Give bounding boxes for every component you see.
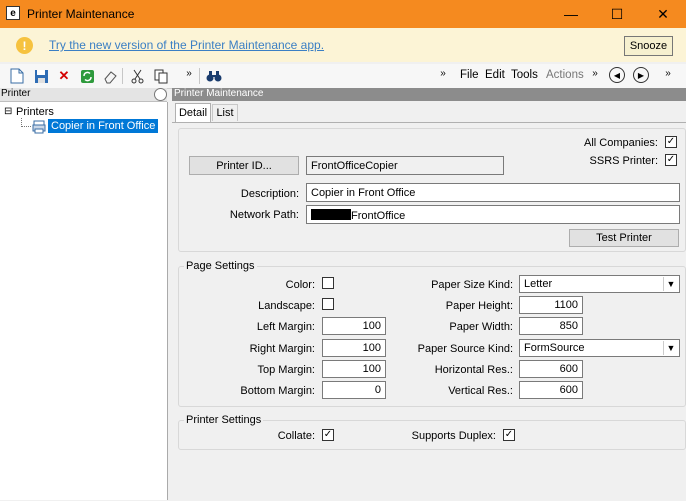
toolbar-overflow-icon-2[interactable]: » — [434, 64, 452, 82]
cut-icon[interactable] — [128, 67, 146, 85]
color-label: Color: — [285, 279, 315, 291]
paper-size-kind-label: Paper Size Kind: — [431, 279, 513, 291]
redacted-block — [311, 209, 351, 220]
check-icon: ✓ — [666, 136, 676, 147]
window-title: Printer Maintenance — [27, 7, 135, 21]
tree-root-printers[interactable]: Printers — [16, 106, 54, 118]
left-margin-label: Left Margin: — [256, 321, 315, 333]
top-margin-label: Top Margin: — [257, 364, 315, 376]
all-companies-checkbox[interactable]: ✓ — [665, 136, 677, 148]
binoculars-icon[interactable] — [205, 67, 223, 85]
collate-checkbox[interactable]: ✓ — [322, 429, 334, 441]
network-path-value: FrontOffice — [351, 210, 406, 222]
tree-item-copier[interactable]: Copier in Front Office — [48, 119, 159, 133]
printer-settings-title: Printer Settings — [184, 414, 264, 426]
printer-tree-panel: ⊟ Printers Copier in Front Office — [0, 102, 168, 500]
minimize-button[interactable]: — — [548, 0, 594, 28]
close-button[interactable]: ✕ — [640, 0, 686, 28]
top-margin-field[interactable]: 100 — [322, 360, 386, 378]
left-margin-field[interactable]: 100 — [322, 317, 386, 335]
maintenance-panel-title: Printer Maintenance — [174, 88, 264, 99]
minimize-icon: — — [564, 6, 578, 22]
paper-size-kind-value: Letter — [524, 278, 553, 290]
printer-id-field[interactable]: FrontOfficeCopier — [306, 156, 504, 175]
description-field[interactable]: Copier in Front Office — [306, 183, 680, 202]
network-path-label: Network Path: — [229, 209, 299, 221]
menu-edit[interactable]: Edit — [485, 69, 505, 81]
description-label: Description: — [240, 188, 299, 200]
printer-panel-title: Printer — [1, 88, 31, 99]
check-icon: ✓ — [666, 154, 676, 165]
eraser-icon[interactable] — [101, 67, 119, 85]
color-checkbox[interactable] — [322, 277, 334, 289]
vertical-res-field[interactable]: 600 — [519, 381, 583, 399]
tree-line — [21, 126, 31, 128]
all-companies-label: All Companies: — [584, 137, 658, 149]
check-icon: ✓ — [504, 429, 514, 440]
nav-overflow-icon[interactable]: » — [659, 64, 677, 82]
network-path-field[interactable]: FrontOffice — [306, 205, 680, 224]
paper-height-field[interactable]: 1100 — [519, 296, 583, 314]
menu-overflow-icon[interactable]: » — [586, 64, 604, 82]
paper-width-field[interactable]: 850 — [519, 317, 583, 335]
menu-tools[interactable]: Tools — [511, 69, 538, 81]
bottom-margin-field[interactable]: 0 — [322, 381, 386, 399]
app-icon: e — [6, 6, 20, 20]
printer-icon — [32, 120, 46, 137]
refresh-icon[interactable] — [78, 67, 96, 85]
supports-duplex-label: Supports Duplex: — [411, 430, 496, 442]
save-icon[interactable] — [32, 67, 50, 85]
paper-width-label: Paper Width: — [449, 321, 513, 333]
toolbar-separator — [199, 68, 200, 84]
right-margin-field[interactable]: 100 — [322, 339, 386, 357]
tree-collapse-icon[interactable]: ⊟ — [4, 106, 12, 117]
maintenance-panel-header: Printer Maintenance — [172, 88, 686, 101]
info-icon: ! — [16, 37, 33, 54]
tab-detail[interactable]: Detail — [175, 103, 211, 122]
landscape-label: Landscape: — [258, 300, 315, 312]
paper-source-kind-value: FormSource — [524, 342, 585, 354]
title-bar: e Printer Maintenance — ☐ ✕ — [0, 0, 686, 28]
vertical-res-label: Vertical Res.: — [448, 385, 513, 397]
snooze-button[interactable]: Snooze — [624, 36, 673, 56]
printer-panel-header: Printer — [0, 88, 167, 102]
right-margin-label: Right Margin: — [249, 343, 315, 355]
close-icon: ✕ — [657, 5, 669, 22]
paper-source-kind-label: Paper Source Kind: — [417, 343, 513, 355]
pin-icon[interactable] — [154, 88, 167, 101]
back-icon[interactable]: ◀ — [609, 67, 625, 83]
test-printer-button[interactable]: Test Printer — [569, 229, 679, 247]
menu-file[interactable]: File — [460, 69, 479, 81]
new-version-link[interactable]: Try the new version of the Printer Maint… — [49, 38, 324, 52]
horizontal-res-label: Horizontal Res.: — [434, 364, 513, 376]
horizontal-res-field[interactable]: 600 — [519, 360, 583, 378]
maximize-button[interactable]: ☐ — [594, 0, 640, 28]
paper-height-label: Paper Height: — [445, 300, 513, 312]
copy-icon[interactable] — [152, 67, 170, 85]
tab-list[interactable]: List — [212, 104, 238, 121]
toolbar-overflow-icon[interactable]: » — [180, 64, 198, 82]
forward-icon[interactable]: ▶ — [633, 67, 649, 83]
maximize-icon: ☐ — [610, 5, 624, 22]
menu-actions[interactable]: Actions — [546, 69, 584, 81]
bottom-margin-label: Bottom Margin: — [240, 385, 315, 397]
ssrs-printer-checkbox[interactable]: ✓ — [665, 154, 677, 166]
printer-id-button[interactable]: Printer ID... — [189, 156, 299, 175]
ssrs-printer-label: SSRS Printer: — [589, 155, 658, 167]
landscape-checkbox[interactable] — [322, 298, 334, 310]
new-icon[interactable] — [8, 67, 26, 85]
check-icon: ✓ — [323, 429, 333, 440]
paper-source-kind-select[interactable]: FormSource ▼ — [519, 339, 680, 357]
chevron-down-icon: ▼ — [663, 341, 678, 355]
supports-duplex-checkbox[interactable]: ✓ — [503, 429, 515, 441]
delete-icon[interactable]: ✕ — [55, 67, 73, 85]
page-settings-title: Page Settings — [184, 260, 257, 272]
chevron-down-icon: ▼ — [663, 277, 678, 291]
collate-label: Collate: — [277, 430, 315, 442]
paper-size-kind-select[interactable]: Letter ▼ — [519, 275, 680, 293]
update-banner: ! Try the new version of the Printer Mai… — [0, 28, 686, 62]
toolbar-separator — [122, 68, 123, 84]
